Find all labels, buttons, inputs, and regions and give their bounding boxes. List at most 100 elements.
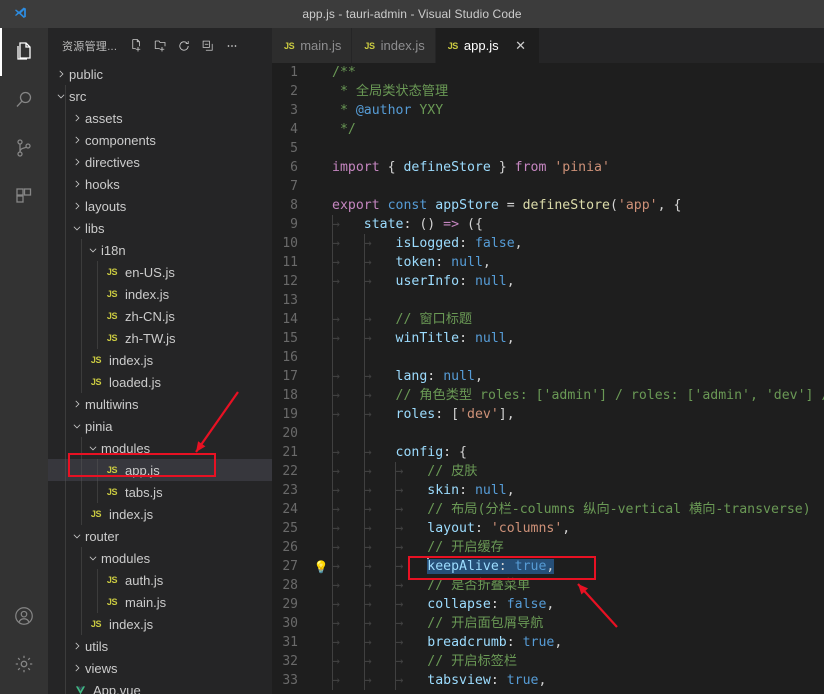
code-line[interactable]: 18 → → // 角色类型 roles: ['admin'] / roles: … xyxy=(272,386,824,405)
tree-item-public[interactable]: public xyxy=(48,63,272,85)
tree-item-layouts[interactable]: layouts xyxy=(48,195,272,217)
tree-item-libs[interactable]: libs xyxy=(48,217,272,239)
code-token: appStore xyxy=(435,198,499,213)
code-line[interactable]: 12 → → userInfo: null, xyxy=(272,272,824,291)
code-token: : xyxy=(459,483,475,498)
code-indent-guide xyxy=(332,291,333,310)
code-line[interactable]: 22 → → → // 皮肤 xyxy=(272,462,824,481)
code-indent-guide xyxy=(363,234,365,253)
tree-item-label: app.js xyxy=(125,462,160,478)
tree-item-assets[interactable]: assets xyxy=(48,107,272,129)
activity-item-accounts[interactable] xyxy=(0,592,48,640)
new-folder-icon[interactable] xyxy=(149,35,171,57)
code-token: } xyxy=(490,160,515,175)
collapse-all-icon[interactable] xyxy=(197,35,219,57)
code-line[interactable]: 5 xyxy=(272,139,824,158)
js-file-icon: JS xyxy=(106,311,118,321)
editor-tab-app-js[interactable]: JS app.js ✕ xyxy=(435,28,540,63)
code-line[interactable]: 24 → → → // 布局(分栏-columns 纵向-vertical 横向-… xyxy=(272,500,824,519)
code-line[interactable]: 9 → state: () => ({ xyxy=(272,215,824,234)
code-token: userInfo xyxy=(395,274,460,289)
code-indent-guide xyxy=(332,462,333,481)
tree-item-src[interactable]: src xyxy=(48,85,272,107)
tree-item-views[interactable]: views xyxy=(48,657,272,679)
code-line[interactable]: 15 → → winTitle: null, xyxy=(272,329,824,348)
code-line[interactable]: 23 → → → skin: null, xyxy=(272,481,824,500)
code-line[interactable]: 2 * 全局类状态管理 xyxy=(272,82,824,101)
line-number: 11 xyxy=(282,255,298,270)
code-token: false xyxy=(474,236,515,251)
js-file-icon: JS xyxy=(106,267,118,277)
explorer-header: 资源管理... xyxy=(48,28,272,63)
code-line[interactable]: 7 xyxy=(272,177,824,196)
code-line[interactable]: 21 → → config: { xyxy=(272,443,824,462)
code-line[interactable]: 28 → → → // 是否折叠菜单 xyxy=(272,576,824,595)
whitespace-indent: → xyxy=(332,654,364,669)
file-tree[interactable]: public src assets components directives hooks… xyxy=(48,63,272,694)
close-icon[interactable]: ✕ xyxy=(513,38,529,54)
code-token: import xyxy=(332,160,380,175)
code-line[interactable]: 27 💡 → → → keepAlive: true, xyxy=(272,557,824,576)
code-indent-guide xyxy=(332,557,333,576)
tree-item-components[interactable]: components xyxy=(48,129,272,151)
new-file-icon[interactable] xyxy=(125,35,147,57)
editor-tab-main-js[interactable]: JS main.js xyxy=(272,28,353,63)
whitespace-indent: → xyxy=(332,616,364,631)
code-line[interactable]: 26 → → → // 开启缓存 xyxy=(272,538,824,557)
tree-item-pinia[interactable]: pinia xyxy=(48,415,272,437)
code-indent-guide xyxy=(363,253,365,272)
code-indent-guide xyxy=(363,329,365,348)
tree-item-app-vue[interactable]: App.vue xyxy=(48,679,272,694)
code-indent-guide xyxy=(395,595,397,614)
activity-item-explorer[interactable] xyxy=(0,28,48,76)
code-token: null xyxy=(451,255,483,270)
line-number: 32 xyxy=(282,654,298,669)
code-line[interactable]: 29 → → → collapse: false, xyxy=(272,595,824,614)
activity-item-source-control[interactable] xyxy=(0,124,48,172)
code-text: → → → layout: 'columns', xyxy=(332,519,824,538)
code-token: winTitle xyxy=(395,331,460,346)
code-line[interactable]: 17 → → lang: null, xyxy=(272,367,824,386)
code-line[interactable]: 10 → → isLogged: false, xyxy=(272,234,824,253)
code-line[interactable]: 32 → → → // 开启标签栏 xyxy=(272,652,824,671)
tree-item-hooks[interactable]: hooks xyxy=(48,173,272,195)
code-editor[interactable]: 1/** 2 * 全局类状态管理 3 * @author YXY 4 */5 6 impo… xyxy=(272,63,824,694)
code-indent-guide xyxy=(395,576,397,595)
code-line[interactable]: 31 → → → breadcrumb: true, xyxy=(272,633,824,652)
code-line[interactable]: 25 → → → layout: 'columns', xyxy=(272,519,824,538)
code-line[interactable]: 16 xyxy=(272,348,824,367)
whitespace-indent: → xyxy=(332,673,364,688)
js-file-icon: JS xyxy=(447,40,459,51)
editor-tabs[interactable]: JS main.js JS index.js JS app.js ✕ xyxy=(272,28,824,63)
code-line[interactable]: 3 * @author YXY xyxy=(272,101,824,120)
code-line[interactable]: 20 xyxy=(272,424,824,443)
editor-tab-index-js[interactable]: JS index.js xyxy=(352,28,436,63)
ellipsis-icon[interactable] xyxy=(221,35,243,57)
activity-item-search[interactable] xyxy=(0,76,48,124)
code-line[interactable]: 33 → → → tabsview: true, xyxy=(272,671,824,690)
tree-item-label: src xyxy=(69,88,87,104)
line-number: 24 xyxy=(282,502,298,517)
chevron-right-icon xyxy=(72,399,82,409)
tree-item-router[interactable]: router xyxy=(48,525,272,547)
code-token: => xyxy=(443,217,460,232)
editor-tab-label: index.js xyxy=(380,38,425,53)
activity-item-settings[interactable] xyxy=(0,640,48,688)
code-text: → → → // 开启面包屑导航 xyxy=(332,614,824,633)
refresh-icon[interactable] xyxy=(173,35,195,57)
tree-item-utils[interactable]: utils xyxy=(48,635,272,657)
line-number: 20 xyxy=(282,426,298,441)
code-line[interactable]: 8 export const appStore = defineStore('ap… xyxy=(272,196,824,215)
tree-item-directives[interactable]: directives xyxy=(48,151,272,173)
code-line[interactable]: 1 /** xyxy=(272,63,824,82)
code-line[interactable]: 13 xyxy=(272,291,824,310)
tree-item-multiwins[interactable]: multiwins xyxy=(48,393,272,415)
code-line[interactable]: 6 import { defineStore } from 'pinia' xyxy=(272,158,824,177)
code-line[interactable]: 14 → → // 窗口标题 xyxy=(272,310,824,329)
code-line[interactable]: 11 → → token: null, xyxy=(272,253,824,272)
activity-item-extensions[interactable] xyxy=(0,172,48,220)
code-line[interactable]: 4 */ xyxy=(272,120,824,139)
code-line[interactable]: 30 → → → // 开启面包屑导航 xyxy=(272,614,824,633)
lightbulb-icon[interactable]: 💡 xyxy=(310,561,332,573)
code-line[interactable]: 19 → → roles: ['dev'], xyxy=(272,405,824,424)
